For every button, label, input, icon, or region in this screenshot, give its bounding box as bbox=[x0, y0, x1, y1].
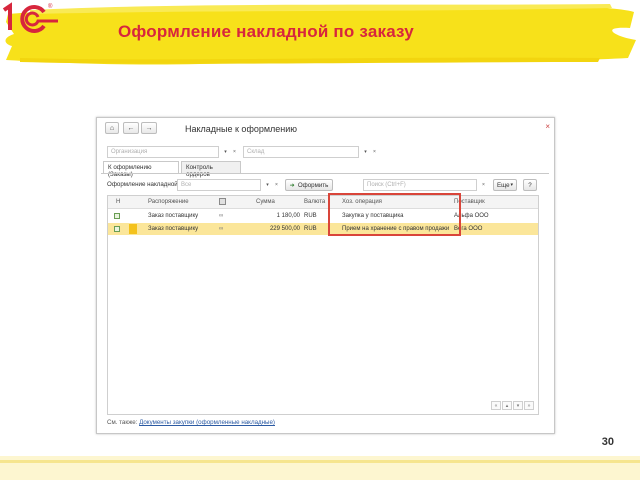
view-icon: ∞ bbox=[219, 213, 224, 219]
operation-column-highlight bbox=[328, 193, 461, 236]
app-window: ⌂ ← → Накладные к оформлению × Организац… bbox=[96, 117, 555, 434]
issue-button-label: Оформить bbox=[297, 181, 329, 189]
document-icon bbox=[114, 226, 120, 232]
warehouse-dropdown-icon[interactable]: ▾ bbox=[361, 146, 370, 158]
cell-currency: RUB bbox=[304, 213, 317, 219]
tab-warehouse-orders-control[interactable]: Контроль ордеров bbox=[181, 161, 241, 178]
issue-icon: ➜ bbox=[289, 181, 295, 189]
scroll-first-icon[interactable]: « bbox=[491, 401, 501, 410]
organization-dropdown-icon[interactable]: ▾ bbox=[221, 146, 230, 158]
attachment-column-icon[interactable] bbox=[219, 198, 226, 205]
invoice-filter-dropdown-icon[interactable]: ▾ bbox=[263, 179, 272, 191]
page-number: 30 bbox=[601, 436, 614, 448]
column-header-currency[interactable]: Валюта bbox=[304, 199, 325, 205]
cell-order: Заказ поставщику bbox=[148, 213, 199, 219]
arrow-left-icon: ← bbox=[127, 124, 135, 132]
cell-order: Заказ поставщику bbox=[148, 226, 199, 232]
scroll-down-icon[interactable]: ▾ bbox=[513, 401, 523, 410]
slide-title: Оформление накладной по заказу bbox=[118, 22, 414, 41]
scroll-up-icon[interactable]: ▴ bbox=[502, 401, 512, 410]
purchase-documents-link[interactable]: Документы закупки (оформленные накладные… bbox=[139, 419, 275, 426]
column-header-n[interactable]: Н bbox=[116, 199, 120, 205]
more-button[interactable]: Еще ▾ bbox=[493, 179, 517, 191]
arrow-right-icon: → bbox=[145, 124, 153, 132]
column-header-order[interactable]: Распоряжение bbox=[148, 199, 189, 205]
cell-currency: RUB bbox=[304, 226, 317, 232]
chevron-down-icon: ▾ bbox=[510, 182, 514, 188]
header-banner: ® Оформление накладной по заказу bbox=[0, 0, 640, 70]
tab-to-issue-orders[interactable]: К оформлению (Заказы) bbox=[103, 161, 179, 178]
warehouse-clear-icon[interactable]: × bbox=[370, 146, 379, 158]
back-button[interactable]: ← bbox=[123, 122, 139, 134]
1c-logo: ® bbox=[2, 2, 58, 33]
document-icon bbox=[114, 213, 120, 219]
table-row[interactable]: Заказ поставщику ∞ 1 180,00 RUB Закупка … bbox=[108, 210, 538, 222]
organization-field[interactable]: Организация bbox=[107, 146, 219, 158]
close-icon[interactable]: × bbox=[545, 122, 550, 131]
invoice-filter-field[interactable]: Все bbox=[177, 179, 261, 191]
table-header: Н Распоряжение Сумма Валюта Хоз. операци… bbox=[108, 196, 538, 209]
issue-button[interactable]: ➜ Оформить bbox=[285, 179, 333, 191]
organization-clear-icon[interactable]: × bbox=[230, 146, 239, 158]
see-also-label: См. также: bbox=[107, 419, 138, 426]
selection-marker bbox=[129, 224, 137, 234]
see-also: См. также: Документы закупки (оформленны… bbox=[107, 419, 275, 426]
more-button-label: Еще bbox=[496, 181, 510, 189]
search-input[interactable]: Поиск (Ctrl+F) bbox=[363, 179, 477, 191]
window-title: Накладные к оформлению bbox=[185, 124, 298, 134]
table-row-selected[interactable]: Заказ поставщику ∞ 229 500,00 RUB Прием … bbox=[108, 223, 538, 235]
forward-button[interactable]: → bbox=[141, 122, 157, 134]
home-icon: ⌂ bbox=[109, 124, 115, 132]
help-button[interactable]: ? bbox=[523, 179, 537, 191]
invoice-filter-label: Оформление накладной: bbox=[107, 181, 180, 188]
warehouse-field[interactable]: Склад bbox=[243, 146, 359, 158]
invoice-filter-clear-icon[interactable]: × bbox=[272, 179, 281, 191]
column-header-sum[interactable]: Сумма bbox=[256, 199, 275, 205]
home-button[interactable]: ⌂ bbox=[105, 122, 119, 134]
cell-sum: 229 500,00 bbox=[269, 226, 300, 232]
view-icon: ∞ bbox=[219, 226, 224, 232]
footer-line bbox=[0, 460, 640, 463]
cell-sum: 1 180,00 bbox=[276, 213, 300, 219]
svg-text:®: ® bbox=[48, 3, 53, 10]
orders-table: Н Распоряжение Сумма Валюта Хоз. операци… bbox=[107, 195, 539, 415]
search-clear-icon[interactable]: × bbox=[479, 179, 488, 191]
tab-divider bbox=[101, 173, 549, 174]
scroll-last-icon[interactable]: » bbox=[524, 401, 534, 410]
